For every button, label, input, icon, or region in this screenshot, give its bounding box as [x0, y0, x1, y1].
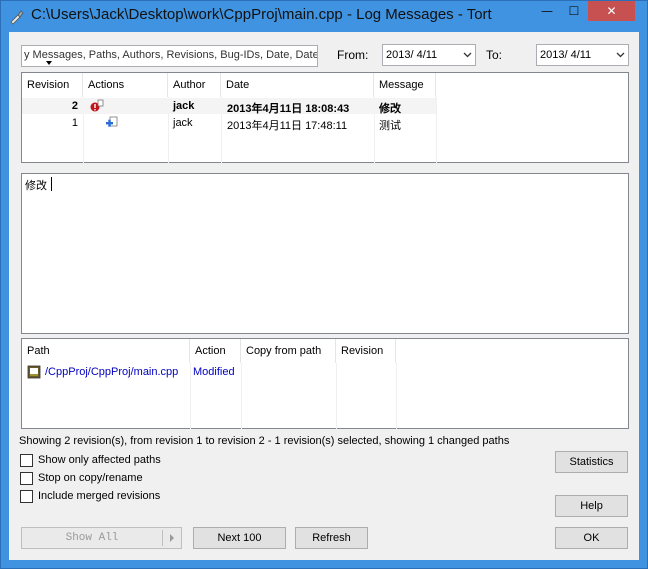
- col-path[interactable]: Path: [22, 339, 190, 363]
- table-row[interactable]: 2 jack 2013年4月11日 18:08:43 修改: [22, 98, 436, 115]
- revision-list[interactable]: Revision Actions Author Date Message 2 j…: [21, 72, 629, 163]
- date: 2013年4月11日 17:48:11: [227, 120, 348, 132]
- text-caret: [51, 177, 52, 191]
- to-date-picker[interactable]: 2013/ 4/11: [536, 44, 629, 66]
- message-text: 修改: [25, 180, 47, 192]
- close-button[interactable]: ✕: [588, 1, 635, 21]
- minimize-button[interactable]: —: [534, 1, 560, 21]
- merged-revisions-label: Include merged revisions: [38, 490, 161, 502]
- added-action-icon: [106, 116, 118, 127]
- col-actions[interactable]: Actions: [83, 73, 168, 97]
- revision-number: 1: [71, 117, 78, 129]
- refresh-button[interactable]: Refresh: [295, 527, 368, 549]
- col-message[interactable]: Message: [374, 73, 436, 97]
- filter-dropdown-icon[interactable]: [46, 61, 52, 65]
- col-copy-from[interactable]: Copy from path: [241, 339, 336, 363]
- stop-copy-label: Stop on copy/rename: [38, 472, 143, 484]
- show-all-label: Show All: [65, 532, 119, 544]
- filter-input[interactable]: y Messages, Paths, Authors, Revisions, B…: [21, 45, 318, 67]
- message-textarea[interactable]: 修改: [21, 173, 629, 334]
- col-action[interactable]: Action: [190, 339, 241, 363]
- from-date-value: 2013/ 4/11: [386, 49, 438, 61]
- maximize-button[interactable]: ☐: [561, 1, 587, 21]
- author: jack: [173, 100, 195, 112]
- statistics-button[interactable]: Statistics: [555, 451, 628, 473]
- split-divider: [162, 530, 163, 546]
- merged-revisions-checkbox[interactable]: [20, 490, 33, 503]
- affected-paths-label: Show only affected paths: [38, 454, 161, 466]
- to-date-value: 2013/ 4/11: [540, 49, 592, 61]
- date: 2013年4月11日 18:08:43: [227, 103, 350, 115]
- changed-paths-list[interactable]: Path Action Copy from path Revision /Cpp…: [21, 338, 629, 429]
- help-button[interactable]: Help: [555, 495, 628, 517]
- chevron-down-icon: [463, 52, 472, 58]
- splitter[interactable]: [21, 163, 629, 166]
- table-row[interactable]: 1 jack 2013年4月11日 17:48:11 测试: [22, 115, 436, 132]
- grid-line: [396, 363, 397, 429]
- filter-text: y Messages, Paths, Authors, Revisions, B…: [24, 49, 317, 61]
- chevron-down-icon: [616, 52, 625, 58]
- affected-paths-checkbox[interactable]: [20, 454, 33, 467]
- ok-button[interactable]: OK: [555, 527, 628, 549]
- col-author[interactable]: Author: [168, 73, 221, 97]
- title-bar[interactable]: C:\Users\Jack\Desktop\work\CppProj\main.…: [1, 1, 647, 31]
- revision-number: 2: [71, 100, 78, 112]
- table-row[interactable]: /CppProj/CppProj/main.cpp Modified: [22, 364, 396, 380]
- changed-path: /CppProj/CppProj/main.cpp: [45, 366, 179, 378]
- col-date[interactable]: Date: [221, 73, 374, 97]
- from-label: From:: [337, 48, 369, 62]
- dialog-window: C:\Users\Jack\Desktop\work\CppProj\main.…: [0, 0, 648, 569]
- chevron-right-icon[interactable]: [169, 534, 175, 542]
- stop-copy-checkbox[interactable]: [20, 472, 33, 485]
- col-path-revision[interactable]: Revision: [336, 339, 396, 363]
- next-100-button[interactable]: Next 100: [193, 527, 286, 549]
- col-revision[interactable]: Revision: [22, 73, 83, 97]
- status-text: Showing 2 revision(s), from revision 1 t…: [19, 435, 510, 447]
- grid-line: [436, 97, 437, 163]
- dialog-client: y Messages, Paths, Authors, Revisions, B…: [9, 32, 639, 560]
- to-label: To:: [486, 48, 503, 62]
- modified-action-icon: [90, 99, 104, 112]
- message: 测试: [379, 120, 401, 132]
- window-title: C:\Users\Jack\Desktop\work\CppProj\main.…: [31, 6, 492, 23]
- message: 修改: [379, 103, 401, 115]
- author: jack: [173, 117, 193, 129]
- tortoise-icon: [10, 10, 24, 25]
- path-action: Modified: [193, 366, 235, 378]
- from-date-picker[interactable]: 2013/ 4/11: [382, 44, 476, 66]
- show-all-button[interactable]: Show All: [21, 527, 182, 549]
- file-icon: [27, 365, 41, 379]
- splitter[interactable]: [21, 334, 629, 337]
